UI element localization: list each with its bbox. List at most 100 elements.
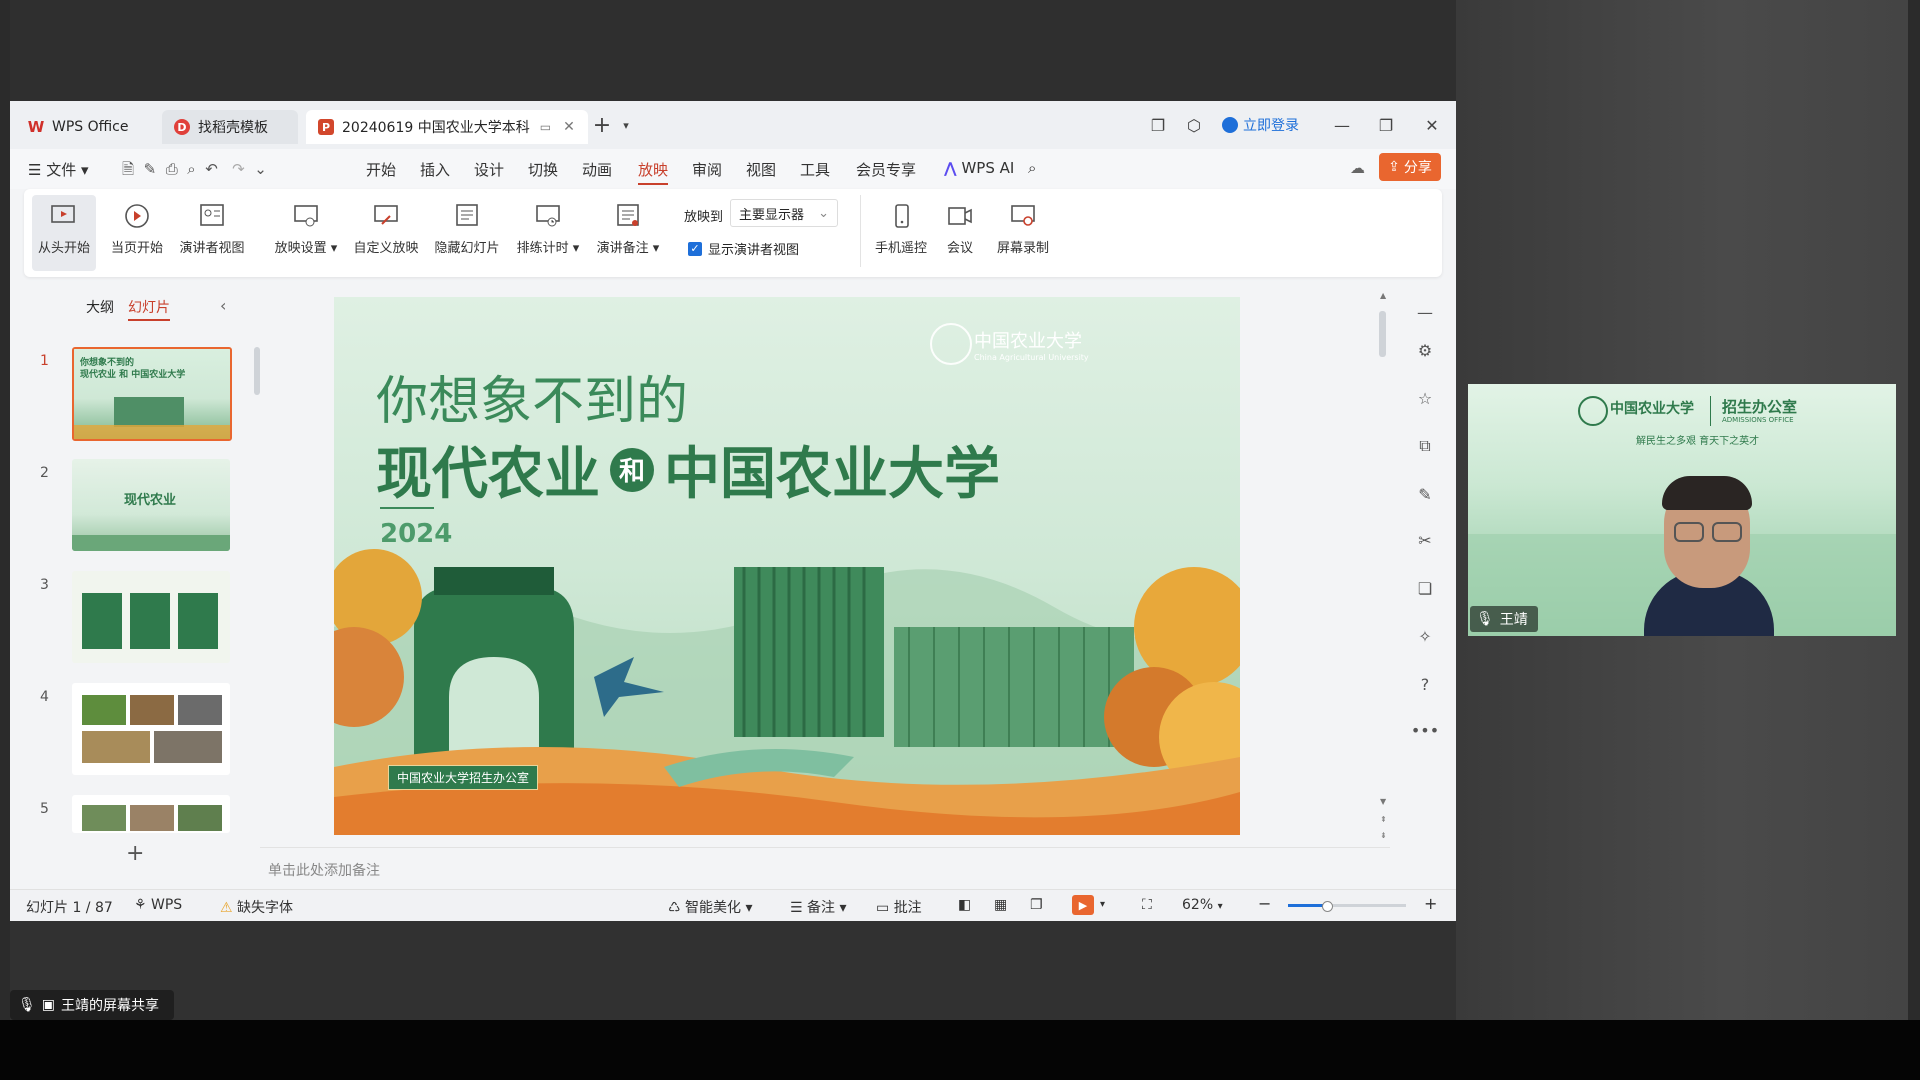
login-link[interactable]: 立即登录 [1222, 115, 1299, 135]
play-slideshow-icon[interactable]: ▶ [1072, 895, 1094, 915]
missing-font-indicator[interactable]: ⚠ 缺失字体 [220, 897, 293, 917]
slide-thumbnail-2[interactable]: 现代农业 [72, 459, 230, 551]
menu-tools[interactable]: 工具 [800, 159, 830, 180]
print-icon[interactable]: ⎙ [166, 160, 178, 178]
record-screen-icon [1008, 201, 1038, 231]
slideshow-ribbon: 从头开始 当页开始 演讲者视图 放映设置 ▾ 自定义放映 隐藏幻灯片 排练计时 … [24, 189, 1442, 277]
theme-indicator[interactable]: ⚘ WPS [134, 897, 182, 913]
undo-icon[interactable]: ↶ [205, 160, 218, 178]
hide-slide-button[interactable]: 隐藏幻灯片 [428, 195, 506, 271]
window-layout-icon[interactable]: ❐ [1146, 113, 1170, 137]
chevron-down-icon[interactable]: ▾ [614, 113, 638, 137]
menu-animation[interactable]: 动画 [582, 159, 612, 180]
hide-slide-icon [452, 201, 482, 231]
chevron-down-icon[interactable]: ⌄ [254, 160, 267, 178]
cube-icon[interactable]: ⬡ [1182, 113, 1206, 137]
print-preview-icon[interactable]: ⌕ [187, 160, 195, 178]
rehearse-button[interactable]: 排练计时 ▾ [512, 195, 584, 271]
read-book-icon[interactable]: ❏ [1414, 577, 1436, 599]
tab-template-store[interactable]: D 找稻壳模板 [162, 110, 298, 144]
slide-canvas[interactable]: 中国农业大学 China Agricultural University 你想象… [334, 297, 1240, 835]
thumb-card [130, 593, 170, 649]
menu-transition[interactable]: 切换 [528, 159, 558, 180]
tab-current-document[interactable]: P 20240619 中国农业大学本科 ▭ ✕ [306, 110, 588, 144]
meeting-button[interactable]: 会议 [936, 195, 984, 271]
slide-thumbnail-1[interactable]: 你想象不到的 现代农业 和 中国农业大学 [72, 347, 232, 441]
collapse-panel-icon[interactable]: ‹ [220, 296, 226, 315]
display-select[interactable]: 主要显示器 ⌄ [730, 199, 838, 227]
add-slide-button[interactable]: + [126, 841, 144, 866]
speaker-notes-button[interactable]: 演讲备注 ▾ [592, 195, 664, 271]
zoom-slider[interactable] [1288, 901, 1406, 912]
tab-slides[interactable]: 幻灯片 [128, 297, 170, 321]
menu-view[interactable]: 视图 [746, 159, 776, 180]
zoom-slider-handle[interactable] [1321, 901, 1333, 912]
meeting-label: 会议 [946, 241, 973, 256]
tab-wps-office[interactable]: W WPS Office [16, 110, 156, 144]
screen-share-label: 🎙 ▣ 王靖的屏幕共享 [10, 990, 174, 1020]
comments-button[interactable]: ▭ 批注 [876, 897, 922, 917]
star-icon[interactable]: ☆ [1414, 387, 1436, 409]
new-tab-icon[interactable]: + [590, 113, 614, 138]
from-current-button[interactable]: 当页开始 [106, 195, 168, 271]
minimize-icon[interactable]: — [1330, 113, 1354, 137]
custom-show-button[interactable]: 自定义放映 [350, 195, 422, 271]
thumb-card [82, 593, 122, 649]
reading-view-icon[interactable]: ❐ [1030, 897, 1043, 913]
search-icon[interactable]: ⌕ [1028, 159, 1036, 177]
zoom-out-icon[interactable]: − [1258, 894, 1271, 913]
image-edit-icon[interactable]: ✎ [1414, 483, 1436, 505]
presenter-view-button[interactable]: 演讲者视图 [174, 195, 250, 271]
slide-thumbnail-4[interactable] [72, 683, 230, 775]
tools-icon[interactable]: ✂ [1414, 529, 1436, 551]
show-presenter-checkbox[interactable]: ✓ 显示演讲者视图 [688, 239, 799, 258]
menu-design[interactable]: 设计 [474, 159, 504, 180]
slide-thumbnail-3[interactable] [72, 571, 230, 663]
title-divider [380, 507, 434, 509]
show-settings-button[interactable]: 放映设置 ▾ [270, 195, 342, 271]
notes-toggle-button[interactable]: ☰ 备注 ▾ [790, 897, 847, 917]
restore-icon[interactable]: ❐ [1374, 113, 1398, 137]
format-painter-icon[interactable]: ✎ [144, 160, 157, 178]
share-button[interactable]: ⇪ 分享 [1379, 153, 1441, 181]
help-icon[interactable]: ? [1414, 673, 1436, 695]
settings-screen-icon [291, 201, 321, 231]
notes-pane[interactable]: 单击此处添加备注 [260, 847, 1390, 890]
participant-video-tile[interactable]: 中国农业大学 招生办公室 ADMISSIONS OFFICE 解民生之多艰 育天… [1468, 384, 1896, 636]
file-menu[interactable]: ☰ 文件 ▾ [28, 159, 89, 180]
zoom-in-icon[interactable]: + [1424, 894, 1437, 913]
fit-window-icon[interactable]: ⛶ [1142, 897, 1152, 913]
wps-ai-menu[interactable]: ⋀ WPS AI [944, 159, 1014, 177]
shapes-icon[interactable]: ✧ [1414, 625, 1436, 647]
close-window-icon[interactable]: ✕ [1420, 113, 1444, 137]
menu-review[interactable]: 审阅 [692, 159, 722, 180]
redo-icon[interactable]: ↷ [232, 160, 245, 178]
zoom-value: 62% [1182, 897, 1214, 913]
normal-view-icon[interactable]: ◧ [958, 897, 971, 913]
menu-insert[interactable]: 插入 [420, 159, 450, 180]
tab-outline[interactable]: 大纲 [86, 297, 114, 317]
zoom-select[interactable]: 62% ▾ [1182, 897, 1223, 913]
collapse-icon[interactable]: — [1414, 301, 1436, 323]
slide-thumbnail-5[interactable] [72, 795, 230, 833]
smart-beautify-button[interactable]: ♺ 智能美化 ▾ [668, 897, 753, 917]
close-tab-icon[interactable]: ✕ [563, 119, 575, 135]
slide-title-line2: 现代农业 和 中国农业大学 [376, 429, 1000, 510]
canvas-scrollbar[interactable]: ▲ ▼ ⇞ ⇟ [1378, 287, 1388, 847]
layers-icon[interactable]: ⧉ [1414, 435, 1436, 457]
from-start-button[interactable]: 从头开始 [32, 195, 96, 271]
menu-slideshow[interactable]: 放映 [638, 159, 669, 185]
screen-record-button[interactable]: 屏幕录制 [992, 195, 1054, 271]
menu-start[interactable]: 开始 [366, 159, 396, 180]
chevron-down-icon[interactable]: ▾ [1100, 899, 1105, 910]
save-icon[interactable]: 🗎 [122, 160, 134, 178]
video-banner-slogan: 解民生之多艰 育天下之英才 [1636, 436, 1760, 447]
phone-remote-button[interactable]: 手机遥控 [870, 195, 932, 271]
presenter-view-label: 演讲者视图 [179, 241, 245, 256]
adjust-sliders-icon[interactable]: ⚙ [1414, 339, 1436, 361]
screen-icon[interactable]: ▭ [540, 120, 551, 134]
grid-view-icon[interactable]: ▦ [994, 897, 1007, 913]
more-icon[interactable]: ••• [1411, 719, 1439, 741]
cloud-icon[interactable]: ☁ [1350, 159, 1365, 177]
menu-member[interactable]: 会员专享 [856, 159, 916, 180]
